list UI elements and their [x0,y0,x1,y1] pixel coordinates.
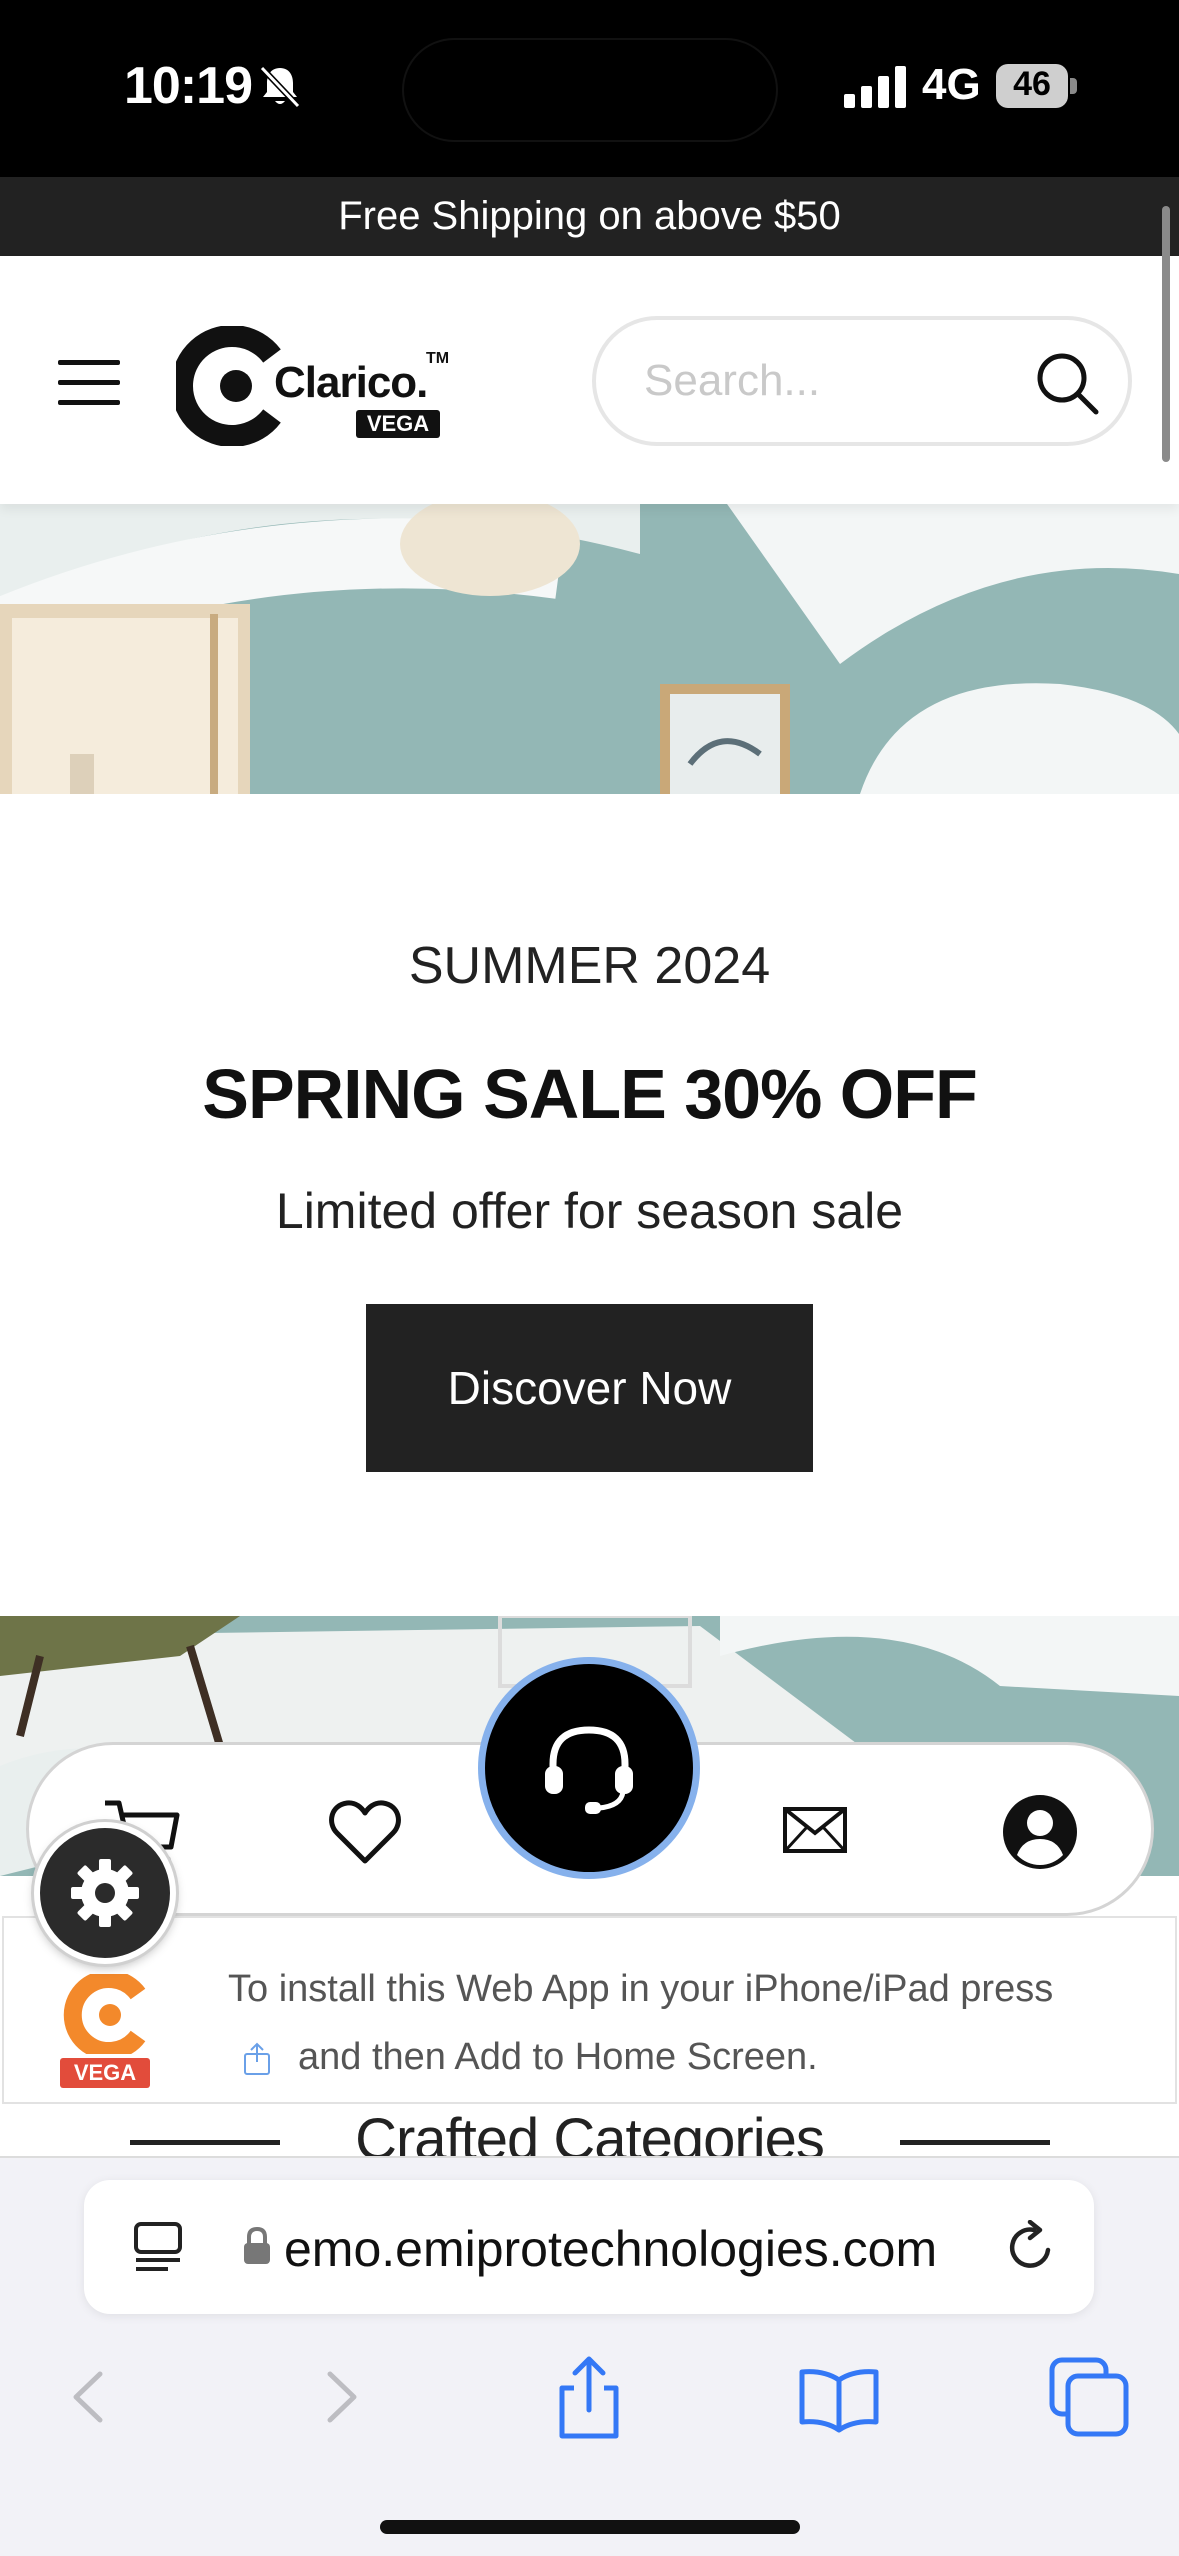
support-chat-button[interactable] [478,1657,700,1879]
account-icon[interactable] [1001,1793,1079,1871]
hero-subtitle: Limited offer for season sale [275,1183,904,1239]
announcement-bar: Free Shipping on above $50 [0,177,1179,256]
mail-icon[interactable] [783,1807,847,1853]
heart-icon[interactable] [329,1799,401,1865]
dynamic-island [402,38,778,142]
install-webapp-banner: VEGA To install this Web App in your iPh… [2,1916,1177,2104]
categories-heading: Crafted Categories [355,2107,825,2156]
lock-icon [244,2226,270,2264]
bell-slash-icon [259,65,301,109]
scroll-indicator[interactable] [1162,206,1170,462]
address-bar[interactable]: emo.emiprotechnologies.com [84,2180,1094,2314]
forward-icon[interactable] [296,2352,386,2442]
hero-illustration-top [0,504,1179,794]
site-logo[interactable]: Clarico. TM VEGA [176,318,456,448]
bookmarks-icon[interactable] [794,2352,884,2442]
hero-section: SUMMER 2024 SPRING SALE 30% OFF Limited … [0,794,1179,1616]
hero-eyebrow: SUMMER 2024 [408,937,771,995]
site-header: Clarico. TM VEGA [0,256,1179,504]
search-input[interactable] [644,350,1024,412]
hero-banner-image [0,504,1179,794]
logo-trademark: TM [426,350,450,367]
reload-icon[interactable] [1004,2220,1058,2274]
hero-title: SPRING SALE 30% OFF [202,1055,977,1133]
heading-divider-right [900,2140,1050,2145]
tabs-icon[interactable] [1044,2352,1134,2442]
install-instruction-line1: To install this Web App in your iPhone/i… [228,1968,1054,2010]
share-icon[interactable] [544,2352,634,2442]
headset-icon [545,1726,633,1814]
battery-icon: 46 [996,64,1078,108]
hamburger-menu-icon[interactable] [58,360,120,406]
logo-text: Clarico. [274,358,428,407]
app-icon-badge: VEGA [60,2058,150,2088]
browser-chrome: emo.emiprotechnologies.com [0,2156,1179,2556]
install-instruction-line2: and then Add to Home Screen. [298,2036,818,2078]
back-icon[interactable] [44,2352,134,2442]
signal-icon [844,66,906,108]
status-bar: 10:19 4G 46 [0,0,1179,177]
logo-mark-icon [176,326,281,446]
page-menu-icon[interactable] [134,2222,182,2272]
search-box [592,316,1132,446]
battery-level: 46 [1013,65,1051,103]
share-icon-small [244,2042,270,2075]
app-icon: VEGA [60,1974,150,2090]
logo-badge: VEGA [356,410,440,438]
network-label: 4G [922,60,981,109]
discover-now-button[interactable]: Discover Now [366,1304,813,1472]
status-time: 10:19 [124,57,253,115]
search-icon[interactable] [1034,350,1100,416]
home-indicator [380,2520,800,2534]
url-text: emo.emiprotechnologies.com [284,2221,938,2277]
settings-button[interactable] [34,1822,176,1964]
app-logo-icon [63,1974,146,2054]
gear-icon [71,1859,139,1927]
categories-section-header: Crafted Categories [0,2104,1179,2156]
